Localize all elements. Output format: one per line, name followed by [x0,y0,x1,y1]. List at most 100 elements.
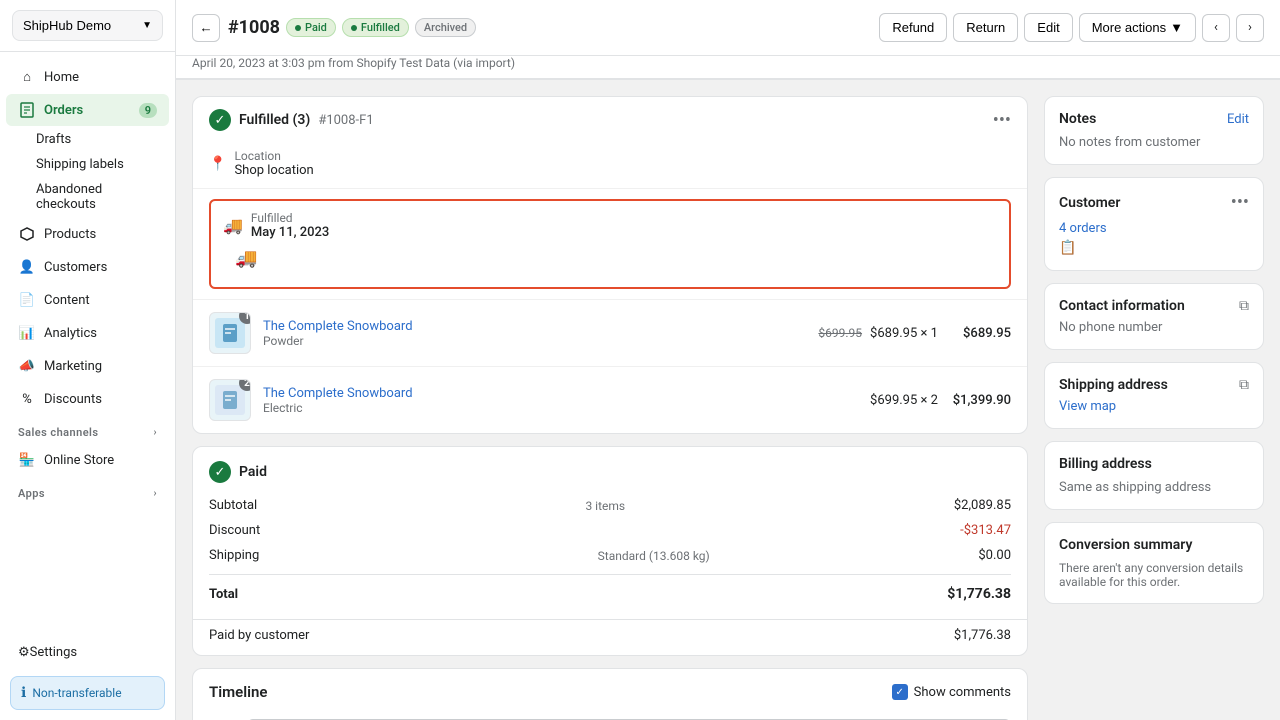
show-comments-label: Show comments [914,685,1011,700]
billing-title: Billing address [1059,456,1152,472]
orders-badge: 9 [139,103,157,118]
item-1-prices: $699.95 $689.95 × 1 $689.95 [818,326,1011,341]
item-1-image: 1 [209,312,251,354]
contact-card: Contact information ⧉ No phone number [1044,283,1264,350]
item-1-variant: Powder [263,334,806,348]
shipping-copy-icon[interactable]: ⧉ [1239,377,1249,393]
edit-button[interactable]: Edit [1024,13,1072,42]
shipping-row: Shipping Standard (13.608 kg) $0.00 [209,543,1011,568]
subtotal-items: 3 items [585,499,953,513]
fulfilled-date: May 11, 2023 [251,225,329,240]
copy-icon[interactable]: ⧉ [1239,298,1249,314]
notes-card-header: Notes Edit [1059,111,1249,127]
fulfillment-more-icon[interactable]: ••• [993,110,1011,131]
payment-divider [209,574,1011,575]
prev-order-button[interactable]: ‹ [1202,14,1230,42]
sidebar-header: ShipHub Demo ▼ [0,0,175,52]
conversion-title: Conversion summary [1059,537,1192,553]
settings-icon: ⚙ [18,645,30,660]
order-item-2: 2 The Complete Snowboard Electric [193,366,1027,433]
conversion-card: Conversion summary There aren't any conv… [1044,522,1264,604]
discounts-icon: % [18,390,36,408]
sidebar-item-label: Online Store [44,453,114,468]
topbar: ← #1008 Paid Fulfilled Archived Refund R… [176,0,1280,56]
fulfilled-dot [351,25,357,31]
payment-title: Paid [239,464,267,480]
right-column: Notes Edit No notes from customer Custom… [1044,96,1264,704]
discount-label: Discount [209,523,581,538]
shipping-method: Standard (13.608 kg) [598,549,979,563]
notes-edit-button[interactable]: Edit [1227,112,1249,127]
paid-by-row: Paid by customer $1,776.38 [193,619,1027,655]
timeline-card: Timeline ✓ Show comments SS [192,668,1028,720]
sidebar-item-label: Discounts [44,392,102,407]
sidebar-item-analytics[interactable]: 📊 Analytics [6,317,169,349]
location-value: Shop location [234,163,313,178]
item-1-details: The Complete Snowboard Powder [263,319,806,348]
products-icon [18,225,36,243]
total-amount: $1,776.38 [947,586,1011,602]
show-comments-checkbox[interactable]: ✓ [892,684,908,700]
paid-by-label: Paid by customer [209,628,309,643]
sidebar-item-abandoned-checkouts[interactable]: Abandoned checkouts [36,177,175,217]
sidebar-item-customers[interactable]: 👤 Customers [6,251,169,283]
sidebar-item-orders[interactable]: Orders 9 [6,94,169,126]
left-column: ✓ Fulfilled (3) #1008-F1 ••• 📍 Location … [192,96,1028,704]
sidebar-item-online-store[interactable]: 🏪 Online Store [6,444,169,476]
marketing-icon: 📣 [18,357,36,375]
fulfillment-id: #1008-F1 [318,113,373,128]
sidebar-item-discounts[interactable]: % Discounts [6,383,169,415]
shipping-title: Shipping address [1059,377,1168,393]
sidebar: ShipHub Demo ▼ ⌂ Home Orders 9 Drafts Sh… [0,0,176,720]
paid-check-icon: ✓ [209,461,231,483]
customer-orders-link[interactable]: 4 orders [1059,221,1249,236]
apps-chevron[interactable]: › [154,488,157,499]
content-area: ✓ Fulfilled (3) #1008-F1 ••• 📍 Location … [176,80,1280,720]
back-button[interactable]: ← [192,14,220,42]
show-comments-toggle[interactable]: ✓ Show comments [892,684,1011,700]
total-row: Total $1,776.38 [209,581,1011,607]
refund-button[interactable]: Refund [879,13,947,42]
subtotal-row: Subtotal 3 items $2,089.85 [209,493,1011,518]
non-transferable-badge: ℹ Non-transferable [10,676,165,710]
more-actions-button[interactable]: More actions ▼ [1079,13,1196,42]
sidebar-item-label: Analytics [44,326,97,341]
paid-badge: Paid [286,18,336,37]
sidebar-item-drafts[interactable]: Drafts [36,127,175,152]
sidebar-item-marketing[interactable]: 📣 Marketing [6,350,169,382]
discount-row: Discount -$313.47 [209,518,1011,543]
sidebar-item-home[interactable]: ⌂ Home [6,61,169,93]
view-map-link[interactable]: View map [1059,399,1249,414]
notes-card: Notes Edit No notes from customer [1044,96,1264,165]
sidebar-item-content[interactable]: 📄 Content [6,284,169,316]
store-selector[interactable]: ShipHub Demo ▼ [12,10,163,41]
contact-title: Contact information [1059,298,1185,314]
item-2-name[interactable]: The Complete Snowboard [263,386,858,401]
fulfillment-card: ✓ Fulfilled (3) #1008-F1 ••• 📍 Location … [192,96,1028,434]
conversion-text: There aren't any conversion details avai… [1059,561,1249,589]
sidebar-item-products[interactable]: Products [6,218,169,250]
online-store-icon: 🏪 [18,451,36,469]
customer-more-icon[interactable]: ••• [1231,192,1249,213]
timeline-title: Timeline [209,683,267,701]
order-title-area: #1008 Paid Fulfilled Archived [228,17,476,38]
comment-input-area: SS [193,711,1027,720]
item-1-name[interactable]: The Complete Snowboard [263,319,806,334]
sidebar-item-settings[interactable]: ⚙ Settings [6,638,169,667]
main-content: ← #1008 Paid Fulfilled Archived Refund R… [176,0,1280,720]
next-order-button[interactable]: › [1236,14,1264,42]
customer-doc-icon: 📋 [1059,240,1249,256]
fulfilled-badge: Fulfilled [342,18,409,37]
payment-card: ✓ Paid Subtotal 3 items $2,089.85 Discou… [192,446,1028,656]
total-label: Total [209,587,947,602]
sidebar-item-shipping-labels[interactable]: Shipping labels [36,152,175,177]
archived-badge: Archived [415,18,476,37]
customer-card-header: Customer ••• [1059,192,1249,213]
return-button[interactable]: Return [953,13,1018,42]
customer-card: Customer ••• 4 orders 📋 [1044,177,1264,271]
orders-submenu: Drafts Shipping labels Abandoned checkou… [0,127,175,217]
sales-channels-chevron[interactable]: › [154,427,157,438]
item-2-details: The Complete Snowboard Electric [263,386,858,415]
content-icon: 📄 [18,291,36,309]
back-arrow-icon: ← [199,20,212,35]
